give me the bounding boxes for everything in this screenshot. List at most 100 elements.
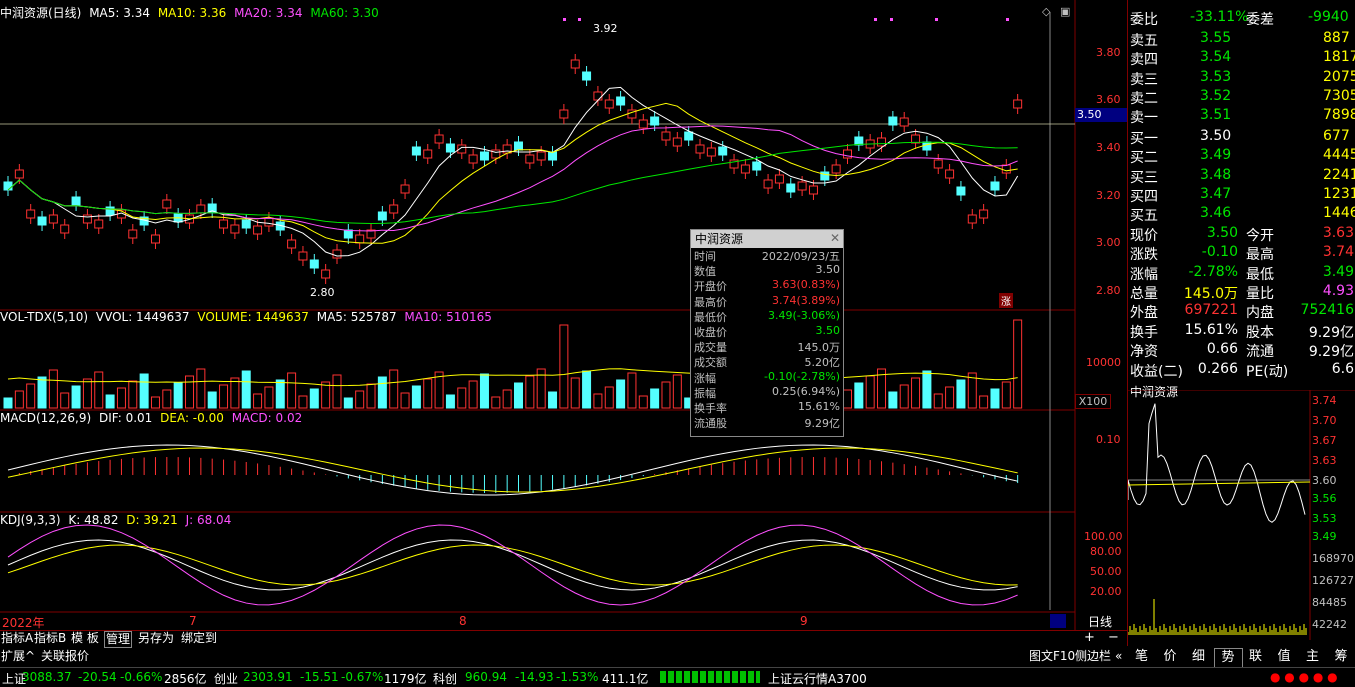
panel-tab[interactable]: 细	[1185, 648, 1212, 666]
related-quotes-button[interactable]: 关联报价	[40, 649, 90, 664]
tooltip-key: 开盘价	[694, 280, 727, 294]
tab-save-as[interactable]: 另存为	[137, 631, 175, 646]
candle-body	[559, 109, 569, 119]
tab-template[interactable]: 模 板	[70, 631, 100, 646]
kdj-tick: 20.00	[1090, 585, 1122, 598]
tooltip-row: 收盘价 3.50	[691, 324, 843, 339]
tab-indicator-a[interactable]: 指标A	[0, 631, 34, 646]
tab-bind-to[interactable]: 绑定到	[180, 631, 218, 646]
ma10-label: MA10: 3.36	[157, 6, 227, 20]
candle-body	[162, 199, 172, 209]
scroll-indicator[interactable]	[1050, 614, 1066, 628]
volume-bar	[854, 382, 864, 409]
j-label: J: 68.04	[185, 513, 232, 527]
tooltip-key: 最低价	[694, 310, 727, 324]
candle-body	[343, 229, 353, 239]
candle-body	[219, 219, 229, 229]
cloud-quote-label[interactable]: 上证云行情A3700	[768, 670, 867, 687]
vol-title: VOL-TDX(5,10)	[0, 310, 89, 324]
stat-value2: 752416	[1300, 302, 1354, 319]
collapse-icon[interactable]: «	[1114, 649, 1123, 664]
panel-tab[interactable]: 筹	[1328, 648, 1355, 666]
candle-body	[990, 181, 1000, 191]
tooltip-value: 9.29亿	[804, 417, 841, 431]
ma60-line	[7, 141, 1018, 224]
panel-tab[interactable]: 笔	[1128, 648, 1155, 666]
candle-body	[979, 209, 989, 219]
volume-bar	[343, 397, 353, 409]
tab-manage[interactable]: 管理	[104, 631, 133, 648]
sidebar-link[interactable]: 侧边栏	[1074, 649, 1112, 664]
panel-tab[interactable]: 势	[1213, 648, 1243, 668]
index-status-bar: 上证 3088.37 -20.54 -0.66% 2856亿 创业 2303.9…	[0, 667, 1355, 687]
signal-dot	[578, 18, 581, 21]
tooltip-value: 3.63(0.83%)	[771, 278, 840, 292]
panel-tab[interactable]: 值	[1271, 648, 1298, 666]
bid-row: 买四 3.47 1231	[1128, 185, 1355, 205]
bid-price: 3.48	[1200, 166, 1232, 183]
ask-price: 3.54	[1200, 49, 1232, 66]
close-icon[interactable]: ✕	[830, 231, 840, 245]
stat-key: 总量	[1130, 285, 1158, 302]
fund-value2: 9.29亿	[1308, 325, 1354, 341]
vol-ma10-label: MA10: 510165	[404, 310, 492, 324]
high-label: 3.92	[593, 22, 618, 35]
panel-tab[interactable]: 主	[1299, 648, 1326, 666]
kc-index-value: 960.94	[465, 670, 507, 684]
candle-body	[945, 169, 955, 179]
panel-tab[interactable]: 联	[1242, 648, 1269, 666]
bid-label: 买一	[1130, 131, 1158, 147]
stat-value2: 4.93	[1322, 282, 1354, 299]
macd-tick: 0.10	[1096, 433, 1121, 446]
volume-bar	[185, 375, 195, 409]
signal-dot	[563, 18, 566, 21]
volume-bar	[899, 384, 909, 409]
ma5-label: MA5: 3.34	[89, 6, 150, 20]
intraday-chart[interactable]: 3.74 3.70 3.67 3.63 3.60 3.56 3.53 3.49 168970 12…	[1128, 390, 1355, 645]
period-label[interactable]: 日线	[1088, 613, 1112, 630]
tooltip-key: 成交额	[694, 356, 727, 370]
ask-qty: 2075	[1323, 68, 1355, 85]
dif-line	[7, 444, 1018, 496]
month-8-label: 8	[459, 614, 467, 628]
mini-price-tick: 3.67	[1312, 434, 1337, 447]
tooltip-row: 成交量 145.0万	[691, 339, 843, 354]
fund-key2: 流通	[1246, 344, 1274, 361]
market-breadth-icon	[660, 671, 760, 683]
mini-price-tick: 3.56	[1312, 492, 1337, 505]
macd-value-label: MACD: 0.02	[231, 411, 303, 425]
candle-body	[582, 71, 592, 81]
signal-dot	[874, 18, 877, 21]
ma5-line	[7, 86, 1019, 257]
fund-row: 净资 0.66 流通 9.29亿	[1128, 340, 1355, 361]
panel-tab[interactable]: 价	[1157, 648, 1184, 666]
mini-price-tick: 3.70	[1312, 414, 1337, 427]
tab-indicator-b[interactable]: 指标B	[33, 631, 67, 646]
kc-index-name[interactable]: 科创	[433, 670, 457, 687]
volume-bar	[548, 391, 558, 409]
ask-label: 卖二	[1130, 90, 1158, 107]
expand-button[interactable]: 扩展^	[0, 649, 36, 664]
f10-link[interactable]: 图文F10	[1028, 649, 1076, 664]
bid-qty: 4445	[1323, 147, 1355, 164]
cy-index-name[interactable]: 创业	[214, 670, 238, 687]
tooltip-key: 时间	[694, 250, 716, 263]
vol-tick: 10000	[1086, 356, 1121, 369]
tooltip-row: 最低价 3.49(-3.06%)	[691, 309, 843, 324]
tooltip-key: 数值	[694, 265, 716, 279]
vol-unit: X100	[1075, 394, 1111, 409]
candle-body	[14, 169, 24, 179]
chart-area[interactable]: 中润资源(日线) MA5: 3.34 MA10: 3.36 MA20: 3.34…	[0, 0, 1127, 645]
stat-value: 3.50	[1206, 225, 1238, 241]
fund-value: 0.66	[1206, 341, 1238, 358]
diamond-icon[interactable]: ◇	[1042, 5, 1050, 18]
volume-bar	[1013, 319, 1023, 409]
candle-body	[536, 151, 546, 161]
tooltip-value: 2022/09/23/五	[761, 250, 840, 263]
weicha-key: 委差	[1246, 12, 1274, 28]
stat-row: 涨幅 -2.78% 最低 3.49	[1128, 263, 1355, 283]
fund-key: 换手	[1130, 325, 1158, 341]
candle-body	[638, 119, 648, 129]
window-icon[interactable]: ▣	[1060, 5, 1070, 18]
mini-price-line	[1128, 403, 1306, 523]
